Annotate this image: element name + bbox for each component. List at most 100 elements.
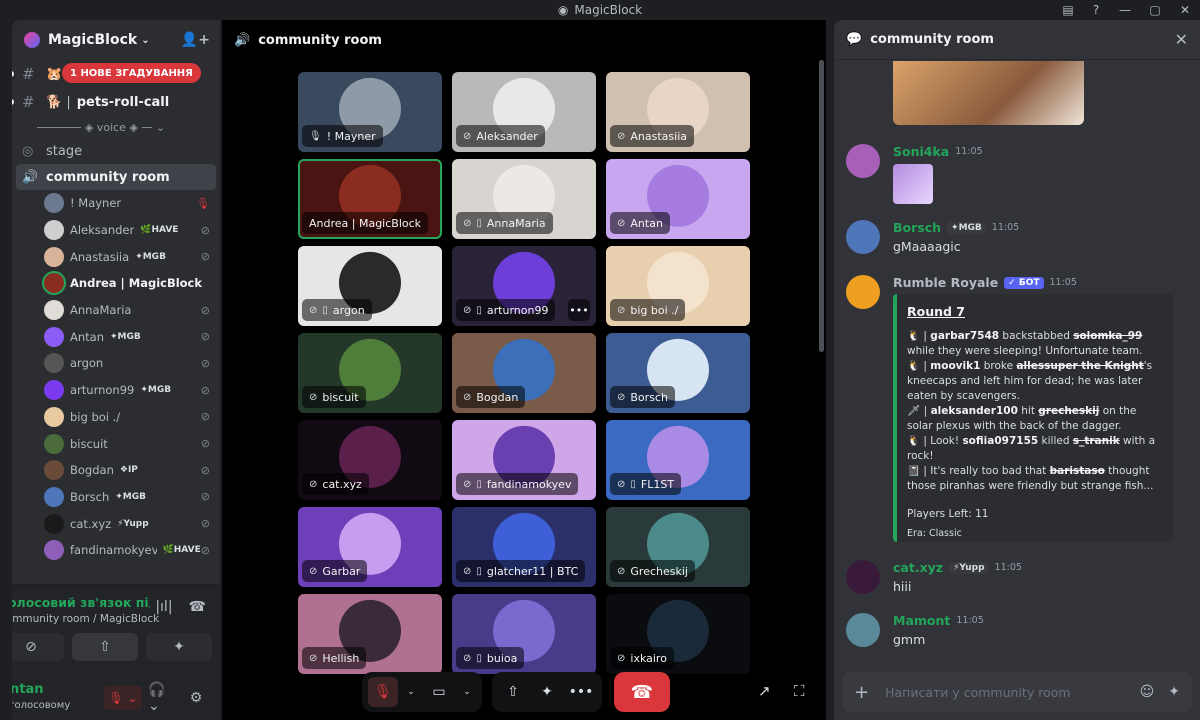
voice-user[interactable]: Bogdan ❖IP ⊘ [12, 457, 220, 484]
participant-nameplate: ⊘ Bogdan [456, 386, 526, 408]
message-author[interactable]: cat.xyz [893, 560, 943, 575]
participant-tile[interactable]: ⊘ Garbar [298, 507, 442, 587]
participant-grid: 🎙 ! Mayner ⊘ Aleksander ⊘ Anastasiia Andrea | … [298, 72, 750, 674]
participant-tile[interactable]: ⊘ ▯ argon [298, 246, 442, 326]
mic-muted-icon: ⊘ [463, 565, 472, 577]
message-author[interactable]: Soni4ka [893, 144, 949, 159]
voice-user[interactable]: cat.xyz ⚡Yupp ⊘ [12, 510, 220, 537]
embed-title[interactable]: Round 7 [907, 304, 1163, 319]
scrollbar[interactable] [819, 60, 824, 352]
participant-nameplate: ⊘ ▯ argon [302, 299, 372, 321]
maximize-button[interactable]: ▢ [1140, 0, 1170, 20]
voice-user[interactable]: Borsch ✦MGB ⊘ [12, 484, 220, 511]
message-author[interactable]: Rumble Royale [893, 275, 998, 290]
avatar[interactable] [846, 613, 880, 647]
invite-people-icon[interactable]: 👤+ [181, 32, 210, 48]
participant-tile[interactable]: ⊘ Aleksander [452, 72, 596, 152]
participant-tile[interactable]: ⊘ ▯ FL1ST [606, 420, 750, 500]
mute-toggle[interactable]: 🎙 ⌄ [104, 686, 142, 710]
new-mention-badge[interactable]: 1 НОВЕ ЗГАДУВАННЯ [62, 63, 201, 83]
participant-tile[interactable]: ⊘ ▯ arturnon99 ••• [452, 246, 596, 326]
avatar[interactable] [846, 220, 880, 254]
current-user-name[interactable]: Antan [12, 682, 44, 697]
participant-tile[interactable]: ⊘ ▯ buioa [452, 594, 596, 674]
activities-icon[interactable]: ✦ [532, 677, 562, 707]
text-channel-1[interactable]: # 🐹 1 НОВЕ ЗГАДУВАННЯ [12, 60, 220, 88]
screen-share-button[interactable]: ⇧ [72, 633, 138, 661]
inbox-icon[interactable]: ▤ [1054, 0, 1082, 20]
embed-text: | It's really too bad that [920, 465, 1050, 477]
apps-icon[interactable]: ✦ [1168, 684, 1180, 700]
text-channel-pets-roll-call[interactable]: # 🐕 | pets-roll-call [12, 88, 220, 116]
participant-tile[interactable]: ⊘ Anastasiia [606, 72, 750, 152]
more-options-icon[interactable]: ••• [566, 677, 596, 707]
chevron-down-icon[interactable]: ⌄ [402, 677, 420, 707]
noise-suppression-icon[interactable]: |ıl| [155, 599, 172, 615]
participant-nameplate: ⊘ ▯ arturnon99 [456, 299, 556, 321]
participant-tile[interactable]: ⊘ cat.xyz [298, 420, 442, 500]
message-author[interactable]: Mamont [893, 613, 950, 628]
help-icon[interactable]: ? [1082, 0, 1110, 20]
activities-button[interactable]: ✦ [146, 633, 212, 661]
voice-status[interactable]: Голосовий зв'язок підкл [12, 595, 150, 610]
voice-category[interactable]: ◈ voice ◈ ⌄ [12, 116, 220, 138]
popout-icon[interactable]: ↗ [758, 682, 771, 700]
participant-tile[interactable]: Andrea | MagicBlock [298, 159, 442, 239]
more-options-icon[interactable]: ••• [568, 299, 590, 321]
voice-user[interactable]: big boi ./ ⊘ [12, 404, 220, 431]
voice-user[interactable]: ! Mayner 🎙 [12, 190, 220, 217]
close-icon[interactable]: ✕ [1175, 30, 1188, 49]
voice-user[interactable]: biscuit ⊘ [12, 430, 220, 457]
message-input[interactable] [885, 684, 1126, 700]
participant-tile[interactable]: ⊘ ▯ AnnaMaria [452, 159, 596, 239]
message-text: gmm [893, 632, 926, 647]
mic-muted-button[interactable]: 🎙 [368, 677, 398, 707]
server-header[interactable]: MagicBlock ⌄ 👤+ [12, 20, 220, 60]
voice-user[interactable]: fandinamokyev 🌿HAVE ⊘ [12, 537, 220, 564]
hang-up-button[interactable]: ☎ [614, 672, 670, 712]
chevron-down-icon[interactable]: ⌄ [128, 691, 138, 705]
participant-tile[interactable]: 🎙 ! Mayner [298, 72, 442, 152]
participant-tile[interactable]: ⊘ Antan [606, 159, 750, 239]
sticker-image[interactable] [893, 164, 933, 204]
stage-channel[interactable]: ◎ stage [12, 138, 220, 164]
add-attachment-icon[interactable]: + [854, 682, 869, 703]
chevron-down-icon[interactable]: ⌄ [458, 677, 476, 707]
participant-tile[interactable]: ⊘ Hellish [298, 594, 442, 674]
voice-user[interactable]: argon ⊘ [12, 350, 220, 377]
participant-tile[interactable]: ⊘ Grecheskij [606, 507, 750, 587]
voice-channel-path[interactable]: community room / MagicBlock [12, 613, 159, 625]
participant-tile[interactable]: ⊘ Bogdan [452, 333, 596, 413]
settings-gear-icon[interactable]: ⚙ [182, 686, 210, 710]
close-window-button[interactable]: ✕ [1170, 0, 1200, 20]
message-author[interactable]: Borsch [893, 220, 941, 235]
camera-button[interactable]: ⊘ [12, 633, 64, 661]
voice-user[interactable]: Aleksander 🌿HAVE ⊘ [12, 217, 220, 244]
cat-image-attachment[interactable] [893, 61, 1084, 125]
voice-user[interactable]: arturnon99 ✦MGB ⊘ [12, 377, 220, 404]
voice-user[interactable]: Andrea | MagicBlock [12, 270, 220, 297]
participant-tile[interactable]: ⊘ big boi ./ [606, 246, 750, 326]
participant-tile[interactable]: ⊘ ▯ fandinamokyev [452, 420, 596, 500]
avatar[interactable] [846, 560, 880, 594]
participant-tile[interactable]: ⊘ ▯ glatcher11 | BTC [452, 507, 596, 587]
participant-tile[interactable]: ⊘ biscuit [298, 333, 442, 413]
participant-tile[interactable]: ⊘ ixkairo [606, 594, 750, 674]
voice-user[interactable]: Antan ✦MGB ⊘ [12, 323, 220, 350]
disconnect-icon[interactable]: ☎ [189, 599, 206, 615]
emoji-icon[interactable]: ☺ [1140, 684, 1155, 700]
avatar [44, 300, 64, 321]
avatar[interactable] [846, 275, 880, 309]
role-tag: ⚡Yupp [117, 518, 149, 529]
voice-user[interactable]: AnnaMaria ⊘ [12, 297, 220, 324]
participant-name: glatcher11 | BTC [486, 564, 579, 578]
avatar[interactable] [846, 144, 880, 178]
voice-channel-community-room[interactable]: 🔊 community room 💬 [16, 164, 216, 190]
screen-share-icon[interactable]: ⇧ [498, 677, 528, 707]
fullscreen-icon[interactable]: ⛶ [794, 682, 805, 700]
minimize-button[interactable]: — [1110, 0, 1140, 20]
headphones-icon[interactable]: 🎧⌄ [148, 682, 176, 714]
participant-tile[interactable]: ⊘ Borsch [606, 333, 750, 413]
camera-off-button[interactable]: ▭ [424, 677, 454, 707]
voice-user[interactable]: Anastasiia ✦MGB ⊘ [12, 243, 220, 270]
